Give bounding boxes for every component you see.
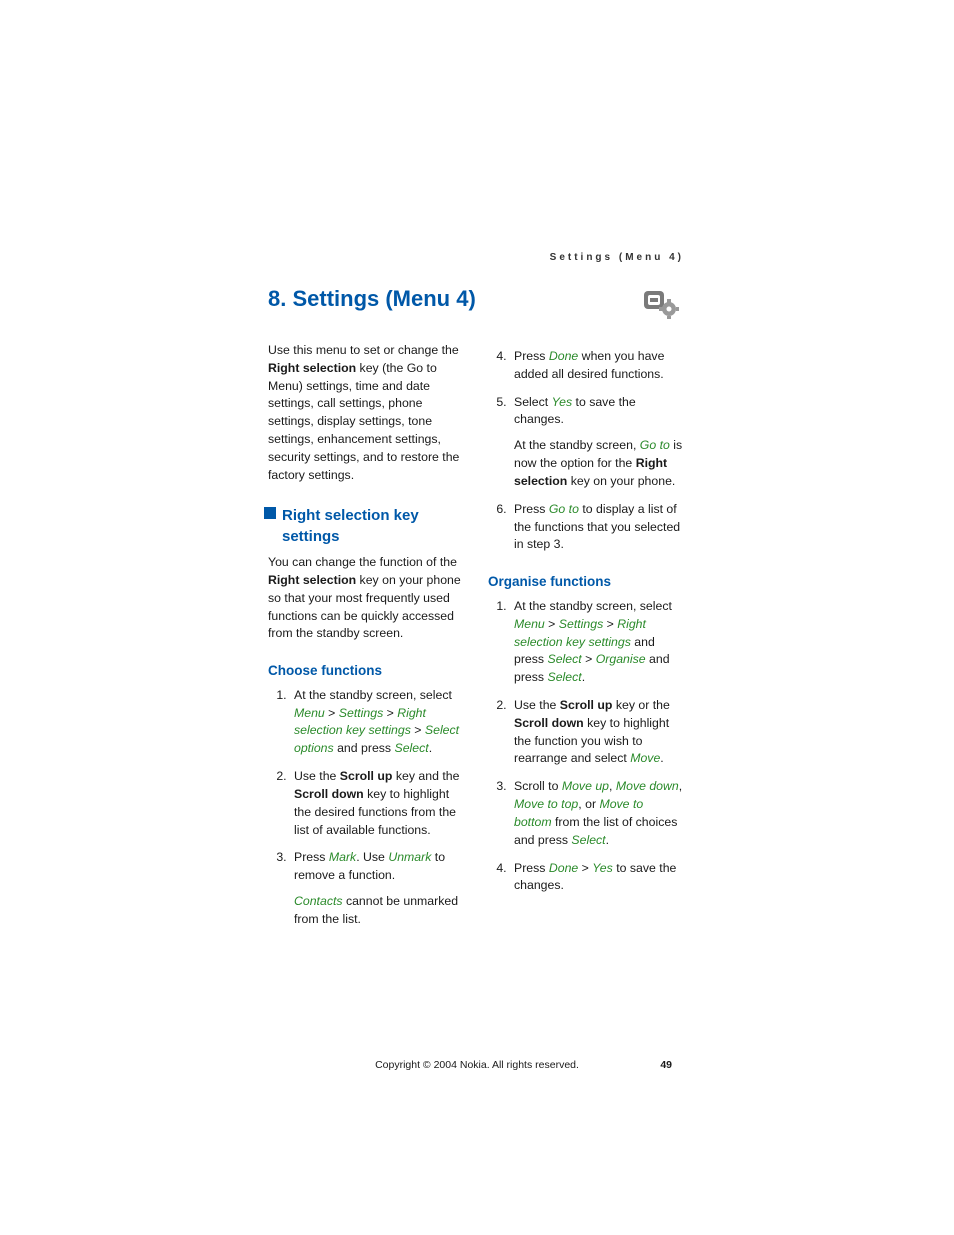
- ui-text: Select: [548, 670, 582, 684]
- text-bold: Scroll down: [294, 787, 364, 801]
- text: Use the: [514, 698, 560, 712]
- text: Use the: [294, 769, 340, 783]
- text-bold: Scroll down: [514, 716, 584, 730]
- list-item: Press Mark. Use Unmark to remove a funct…: [290, 849, 464, 928]
- ui-text: Settings: [559, 617, 603, 631]
- ui-text: Contacts: [294, 894, 343, 908]
- text-bold: Right selection: [268, 361, 356, 375]
- list-item: At the standby screen, select Menu > Set…: [510, 598, 684, 687]
- square-bullet-icon: [264, 505, 276, 519]
- ui-text: Menu: [294, 706, 325, 720]
- manual-page: Settings (Menu 4) 8. Settings (Menu 4) U…: [0, 0, 954, 939]
- heading-text: Right selection key settings: [282, 505, 464, 549]
- ui-text: Organise: [596, 652, 646, 666]
- text: , or: [578, 797, 599, 811]
- ui-text: Done: [549, 349, 578, 363]
- text-bold: Scroll up: [340, 769, 393, 783]
- text: Press: [514, 861, 549, 875]
- list-item: Press Done > Yes to save the changes.: [510, 860, 684, 896]
- ui-text: Move down: [616, 779, 679, 793]
- text: Press: [294, 850, 329, 864]
- subsection-heading: Choose functions: [268, 661, 464, 681]
- intro-paragraph: Use this menu to set or change the Right…: [268, 342, 464, 485]
- ui-text: Menu: [514, 617, 545, 631]
- text-bold: Right selection: [268, 573, 356, 587]
- text: At the standby screen, select: [514, 599, 672, 613]
- text-bold: Scroll up: [560, 698, 613, 712]
- text: key and the: [392, 769, 459, 783]
- text: Select: [514, 395, 552, 409]
- choose-steps-list-cont: Press Done when you have added all desir…: [488, 348, 684, 554]
- text: >: [578, 861, 592, 875]
- list-item: At the standby screen, select Menu > Set…: [290, 687, 464, 758]
- ui-text: Unmark: [388, 850, 431, 864]
- organise-steps-list: At the standby screen, select Menu > Set…: [488, 598, 684, 895]
- text: >: [325, 706, 339, 720]
- text: key (the Go to Menu) settings, time and …: [268, 361, 459, 482]
- list-item: Use the Scroll up key or the Scroll down…: [510, 697, 684, 768]
- ui-text: Go to: [640, 438, 670, 452]
- text: >: [545, 617, 559, 631]
- text: .: [660, 751, 663, 765]
- ui-text: Go to: [549, 502, 579, 516]
- list-item: Select Yes to save the changes. At the s…: [510, 394, 684, 491]
- text: .: [582, 670, 585, 684]
- ui-text: Yes: [552, 395, 573, 409]
- list-item: Press Go to to display a list of the fun…: [510, 501, 684, 554]
- ui-text: Select: [571, 833, 605, 847]
- text: .: [606, 833, 609, 847]
- subsection-heading: Organise functions: [488, 572, 684, 592]
- text: .: [429, 741, 432, 755]
- page-number: 49: [660, 1059, 672, 1071]
- text: and press: [334, 741, 395, 755]
- list-item-note: Contacts cannot be unmarked from the lis…: [294, 893, 464, 929]
- text: Press: [514, 349, 549, 363]
- text: . Use: [356, 850, 388, 864]
- text: key on your phone.: [567, 474, 675, 488]
- list-item: Press Done when you have added all desir…: [510, 348, 684, 384]
- list-item: Scroll to Move up, Move down, Move to to…: [510, 778, 684, 849]
- text: key or the: [612, 698, 669, 712]
- ui-text: Mark: [329, 850, 356, 864]
- text: Press: [514, 502, 549, 516]
- ui-text: Move to top: [514, 797, 578, 811]
- text: >: [383, 706, 397, 720]
- text: Use this menu to set or change the: [268, 343, 459, 357]
- text: ,: [609, 779, 616, 793]
- ui-text: Settings: [339, 706, 383, 720]
- chapter-title: 8. Settings (Menu 4): [268, 286, 684, 312]
- text: ,: [679, 779, 682, 793]
- ui-text: Done: [549, 861, 578, 875]
- ui-text: Move: [630, 751, 660, 765]
- copyright-text: Copyright © 2004 Nokia. All rights reser…: [0, 1059, 954, 1071]
- text: Scroll to: [514, 779, 562, 793]
- ui-text: Select: [548, 652, 582, 666]
- list-item: Use the Scroll up key and the Scroll dow…: [290, 768, 464, 839]
- content-columns: Use this menu to set or change the Right…: [268, 342, 684, 939]
- ui-text: Select: [395, 741, 429, 755]
- column-right: Press Done when you have added all desir…: [488, 342, 684, 939]
- ui-text: Move up: [562, 779, 609, 793]
- choose-steps-list: At the standby screen, select Menu > Set…: [268, 687, 464, 929]
- text: >: [603, 617, 617, 631]
- text: At the standby screen, select: [294, 688, 452, 702]
- text: You can change the function of the: [268, 555, 457, 569]
- section-heading: Right selection key settings: [268, 505, 464, 549]
- column-left: Use this menu to set or change the Right…: [268, 342, 464, 939]
- settings-icon: [640, 288, 682, 325]
- section-body: You can change the function of the Right…: [268, 554, 464, 643]
- ui-text: Yes: [592, 861, 613, 875]
- text: >: [411, 723, 425, 737]
- page-footer: Copyright © 2004 Nokia. All rights reser…: [0, 1059, 954, 1071]
- text: At the standby screen,: [514, 438, 640, 452]
- list-item-note: At the standby screen, Go to is now the …: [514, 437, 684, 490]
- running-head: Settings (Menu 4): [550, 252, 684, 263]
- text: >: [582, 652, 596, 666]
